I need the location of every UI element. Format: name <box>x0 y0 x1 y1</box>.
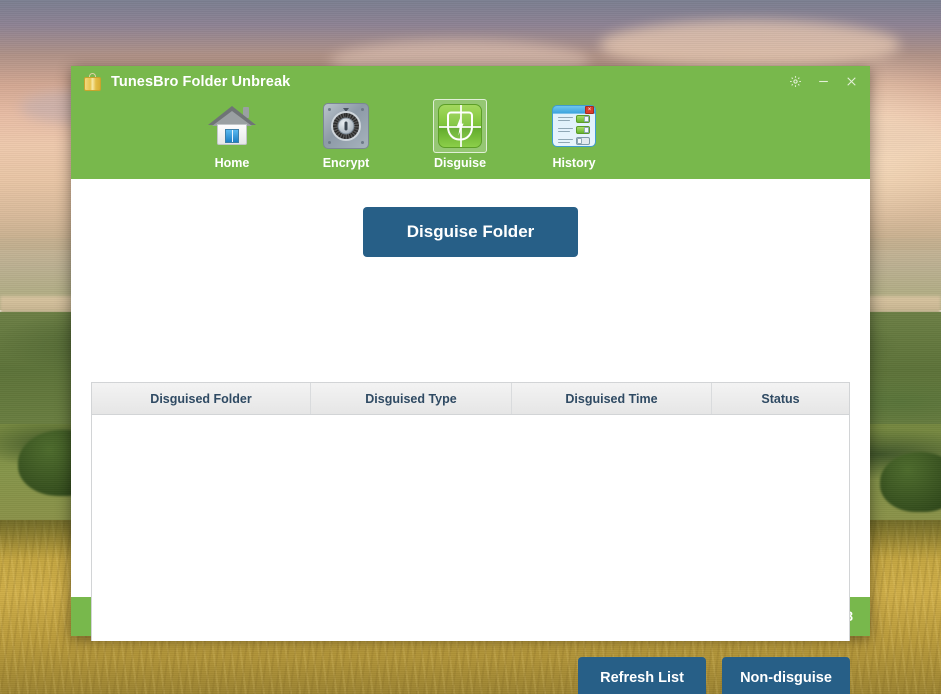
non-disguise-button[interactable]: Non-disguise <box>722 657 850 694</box>
refresh-list-button[interactable]: Refresh List <box>578 657 706 694</box>
toolbar-label-home: Home <box>215 156 250 170</box>
history-icon-wrap: × <box>547 99 601 153</box>
history-icon-close-badge: × <box>585 106 594 114</box>
bottom-action-row: Refresh List Non-disguise <box>578 657 850 694</box>
column-header-disguised-type[interactable]: Disguised Type <box>311 383 512 414</box>
minimize-icon[interactable] <box>810 70 836 94</box>
wallpaper-cloud <box>600 20 900 70</box>
main-content-area: Disguise Folder Disguised Folder Disguis… <box>71 179 870 597</box>
disguise-folder-button[interactable]: Disguise Folder <box>363 207 578 257</box>
safe-lock-icon <box>323 103 369 149</box>
main-toolbar: Home Encrypt <box>71 97 870 179</box>
settings-gear-icon[interactable] <box>782 70 808 94</box>
application-window: TunesBro Folder Unbreak <box>71 66 870 636</box>
briefcase-icon <box>83 72 102 91</box>
desktop-background: TunesBro Folder Unbreak <box>0 0 941 694</box>
home-icon <box>208 104 256 148</box>
toolbar-item-home[interactable]: Home <box>175 97 289 170</box>
column-header-disguised-time[interactable]: Disguised Time <box>512 383 712 414</box>
column-header-disguised-folder[interactable]: Disguised Folder <box>92 383 311 414</box>
table-header-row: Disguised Folder Disguised Type Disguise… <box>92 383 849 415</box>
home-icon-wrap <box>205 99 259 153</box>
disguised-folders-table: Disguised Folder Disguised Type Disguise… <box>91 382 850 641</box>
close-icon[interactable] <box>838 70 864 94</box>
empty-table-placeholder <box>92 415 849 641</box>
window-controls <box>782 70 864 94</box>
window-title: TunesBro Folder Unbreak <box>111 74 290 90</box>
encrypt-icon-wrap <box>319 99 373 153</box>
table-body[interactable] <box>92 415 849 641</box>
window-title-bar[interactable]: TunesBro Folder Unbreak <box>71 66 870 97</box>
primary-action-row: Disguise Folder <box>71 179 870 257</box>
history-window-icon: × <box>552 105 596 147</box>
toolbar-item-encrypt[interactable]: Encrypt <box>289 97 403 170</box>
toolbar-item-disguise[interactable]: Disguise <box>403 97 517 170</box>
toolbar-item-history[interactable]: × History <box>517 97 631 170</box>
disguise-icon-wrap <box>433 99 487 153</box>
shield-bolt-icon <box>438 104 482 148</box>
toolbar-label-disguise: Disguise <box>434 156 486 170</box>
toolbar-label-history: History <box>552 156 595 170</box>
column-header-status[interactable]: Status <box>712 383 849 414</box>
toolbar-label-encrypt: Encrypt <box>323 156 370 170</box>
